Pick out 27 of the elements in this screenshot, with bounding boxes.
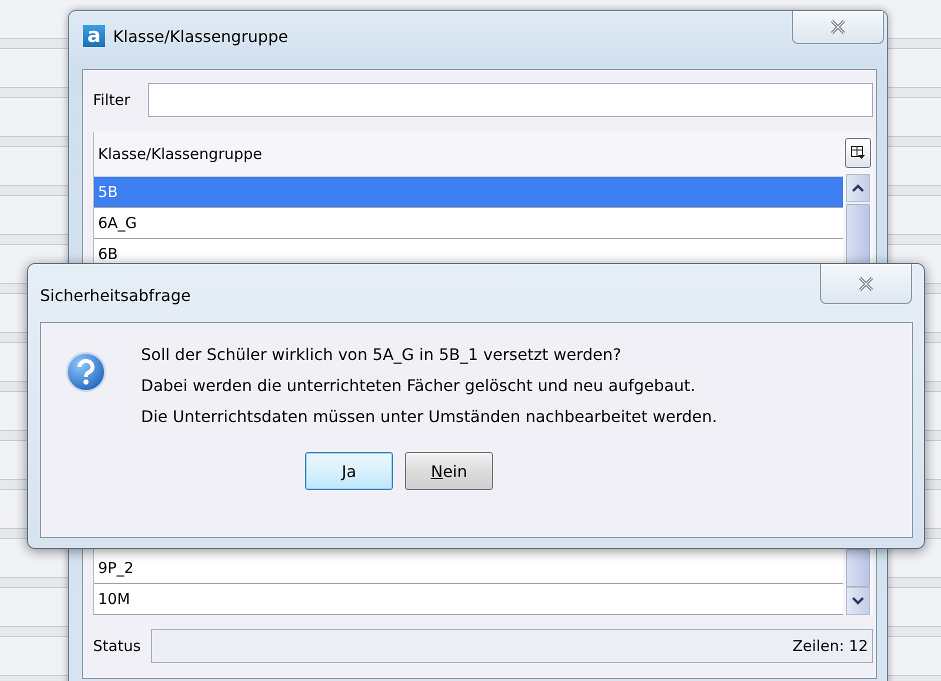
message-text: Soll der Schüler wirklich von 5A_G in 5B_1 versetzt werden? (141, 345, 622, 364)
column-chooser-icon (850, 145, 866, 161)
app-logo: a (83, 25, 105, 47)
close-icon (830, 20, 846, 34)
dialog-title: Sicherheitsabfrage (40, 286, 192, 305)
filter-label: Filter (93, 91, 130, 109)
scroll-up-button[interactable] (846, 174, 870, 202)
column-chooser-button[interactable] (845, 138, 871, 168)
window-title: Klasse/Klassengruppe (113, 26, 290, 46)
scrollbar-thumb[interactable] (846, 204, 870, 266)
question-icon (65, 351, 107, 393)
close-button[interactable] (792, 11, 884, 44)
message-text: Die Unterrichtsdaten müssen unter Umständen nachbearbeitet werden. (141, 407, 718, 426)
close-button[interactable] (820, 264, 912, 304)
status-label: Status (93, 637, 141, 655)
chevron-down-icon (852, 597, 864, 605)
scrollbar-thumb[interactable] (846, 549, 870, 587)
message-text: Dabei werden die unterrichteten Fächer gelöscht und neu aufgebaut. (141, 376, 696, 395)
filter-field[interactable] (148, 83, 873, 117)
scroll-down-button[interactable] (846, 587, 870, 615)
table-row[interactable]: 5B (94, 177, 843, 208)
dialog-button[interactable]: Nein (405, 452, 494, 490)
column-header[interactable]: Klasse/Klassengruppe (94, 132, 843, 177)
close-icon (858, 276, 874, 290)
row-count: Zeilen: 12 (792, 637, 868, 655)
chevron-up-icon (852, 184, 864, 192)
dialog-button[interactable]: Ja (305, 452, 394, 490)
